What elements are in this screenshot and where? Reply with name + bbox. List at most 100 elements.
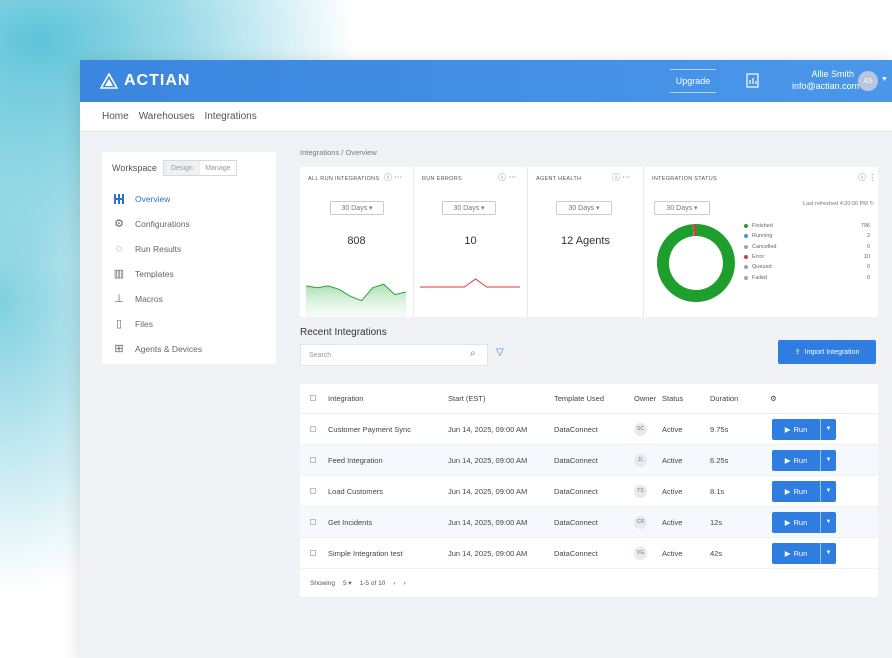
column-header[interactable]: Status xyxy=(662,394,710,403)
range-dropdown[interactable]: 30 Days ▾ xyxy=(654,201,710,215)
search-input[interactable]: Search xyxy=(300,344,488,366)
info-icon[interactable]: ⓘ ⋮ xyxy=(858,172,876,183)
range-dropdown[interactable]: 30 Days ▾ xyxy=(330,201,384,215)
sidebar-list: Overview ⚙ Configurations ◌ Run Results … xyxy=(102,186,276,361)
row-checkbox[interactable] xyxy=(310,518,316,525)
workspace-toggle[interactable]: Design Manage xyxy=(162,160,237,176)
filter-icon[interactable]: ▽ xyxy=(496,347,504,358)
table-row[interactable]: Feed Integration Jun 14, 2025, 09:00 AM … xyxy=(300,445,878,476)
table-row[interactable]: Simple Integration test Jun 14, 2025, 09… xyxy=(300,538,878,569)
section-title: Recent Integrations xyxy=(300,327,387,338)
row-checkbox[interactable] xyxy=(310,487,316,494)
run-options-caret-icon[interactable]: ▼ xyxy=(820,449,836,471)
sidebar-item-overview[interactable]: Overview xyxy=(102,186,276,211)
legend-swatch xyxy=(744,224,748,229)
import-integration-button[interactable]: ⇪ Import Integration xyxy=(778,340,876,364)
run-options-caret-icon[interactable]: ▼ xyxy=(820,542,836,564)
run-options-caret-icon[interactable]: ▼ xyxy=(820,480,836,502)
select-all-checkbox[interactable] xyxy=(310,395,316,401)
sidebar-item-templates[interactable]: ▥ Templates xyxy=(102,261,276,286)
status: Active xyxy=(662,486,683,496)
run-button[interactable]: ▶ Run ▼ xyxy=(772,511,836,533)
breadcrumb-parent[interactable]: Integrations xyxy=(300,148,339,157)
prev-page-icon[interactable]: ‹ xyxy=(393,580,395,587)
column-header[interactable]: Owner xyxy=(634,394,662,403)
refresh-icon[interactable]: ↻ xyxy=(869,201,874,207)
owner-avatar: CR xyxy=(634,515,647,529)
run-options-caret-icon[interactable]: ▼ xyxy=(820,511,836,533)
range-dropdown[interactable]: 30 Days ▾ xyxy=(556,201,612,215)
row-checkbox[interactable] xyxy=(310,549,316,556)
status: Active xyxy=(662,548,683,558)
search-icon[interactable]: ⌕ xyxy=(470,348,476,359)
integration-name[interactable]: Customer Payment Sync xyxy=(328,425,448,434)
integration-name[interactable]: Load Customers xyxy=(328,487,448,496)
legend-count: 2 xyxy=(866,233,870,240)
document-chart-icon[interactable] xyxy=(746,73,760,88)
sidebar-item-agents-devices[interactable]: ⊞ Agents & Devices xyxy=(102,336,276,361)
last-refresh: Last refreshed 4:20:00 PM ↻ xyxy=(803,201,874,207)
row-checkbox[interactable] xyxy=(310,456,316,463)
card-run-errors: RUN ERRORS ⓘ ⋯ 30 Days ▾ 10 xyxy=(414,167,528,317)
range-dropdown[interactable]: 30 Days ▾ xyxy=(442,201,496,215)
info-icon[interactable]: ⓘ ⋯ xyxy=(384,172,402,183)
nav-item-integrations[interactable]: Integrations xyxy=(204,111,256,122)
legend-item: Error 10 xyxy=(744,252,870,262)
table-row[interactable]: Load Customers Jun 14, 2025, 09:00 AM Da… xyxy=(300,476,878,507)
legend-item: Cancelled 0 xyxy=(744,242,870,252)
breadcrumb: Integrations / Overview xyxy=(300,148,878,157)
integration-name[interactable]: Simple Integration test xyxy=(328,549,448,558)
card-title: ALL RUN INTEGRATIONS xyxy=(308,176,380,182)
sidebar-item-run-results[interactable]: ◌ Run Results xyxy=(102,236,276,261)
column-header[interactable]: Duration xyxy=(710,394,770,403)
run-results-icon: ◌ xyxy=(115,242,123,255)
table-row[interactable]: Customer Payment Sync Jun 14, 2025, 09:0… xyxy=(300,414,878,445)
user-info[interactable]: Allie Smith info@actian.com xyxy=(792,68,860,92)
owner-avatar: SC xyxy=(634,422,647,436)
run-button[interactable]: ▶ Run ▼ xyxy=(772,418,836,440)
column-settings-icon[interactable]: ⚙ xyxy=(770,394,866,403)
upgrade-button[interactable]: Upgrade xyxy=(670,69,716,93)
start-time: Jun 14, 2025, 09:00 AM xyxy=(448,486,528,496)
legend-swatch xyxy=(744,265,748,270)
table-header: Integration Start (EST) Template Used Ow… xyxy=(300,384,878,414)
run-button[interactable]: ▶ Run ▼ xyxy=(772,542,836,564)
next-page-icon[interactable]: › xyxy=(403,580,405,587)
info-icon[interactable]: ⓘ ⋯ xyxy=(612,172,630,183)
row-checkbox[interactable] xyxy=(310,425,316,432)
sidebar-item-macros[interactable]: ⊥ Macros xyxy=(102,286,276,311)
template-used: DataConnect xyxy=(554,424,598,434)
workspace-row: Workspace Design Manage xyxy=(102,152,276,176)
run-button[interactable]: ▶ Run ▼ xyxy=(772,449,836,471)
legend-label: Running xyxy=(752,233,773,240)
run-button[interactable]: ▶ Run ▼ xyxy=(772,480,836,502)
column-header[interactable]: Start (EST) xyxy=(448,394,554,403)
per-page-select[interactable]: 5 ▾ xyxy=(343,579,352,587)
integration-name[interactable]: Get Incidents xyxy=(328,518,448,527)
status-donut-chart xyxy=(656,224,735,302)
column-header[interactable]: Template Used xyxy=(554,394,634,403)
table-row[interactable]: Get Incidents Jun 14, 2025, 09:00 AM Dat… xyxy=(300,507,878,538)
template-used: DataConnect xyxy=(554,548,598,558)
card-title: AGENT HEALTH xyxy=(536,176,582,182)
sidebar-item-configurations[interactable]: ⚙ Configurations xyxy=(102,211,276,236)
avatar[interactable]: AS xyxy=(858,71,878,91)
file-icon: ▯ xyxy=(115,318,123,330)
play-icon: ▶ xyxy=(784,517,791,527)
nav-item-warehouses[interactable]: Warehouses xyxy=(139,111,195,122)
run-options-caret-icon[interactable]: ▼ xyxy=(820,418,836,440)
chevron-down-icon[interactable]: ▼ xyxy=(881,76,888,83)
user-email: info@actian.com xyxy=(792,81,860,91)
nav-item-home[interactable]: Home xyxy=(102,111,129,122)
column-header[interactable]: Integration xyxy=(328,394,448,403)
integration-name[interactable]: Feed Integration xyxy=(328,456,448,465)
card-value: 808 xyxy=(347,235,366,247)
sidebar-item-files[interactable]: ▯ Files xyxy=(102,311,276,336)
owner-avatar: TS xyxy=(634,484,647,498)
card-title: RUN ERRORS xyxy=(422,176,462,182)
info-icon[interactable]: ⓘ ⋯ xyxy=(498,172,516,183)
toggle-manage[interactable]: Manage xyxy=(200,161,236,175)
toggle-design[interactable]: Design xyxy=(163,161,200,175)
sparkline-line-chart xyxy=(420,278,520,288)
legend-swatch xyxy=(744,255,748,260)
